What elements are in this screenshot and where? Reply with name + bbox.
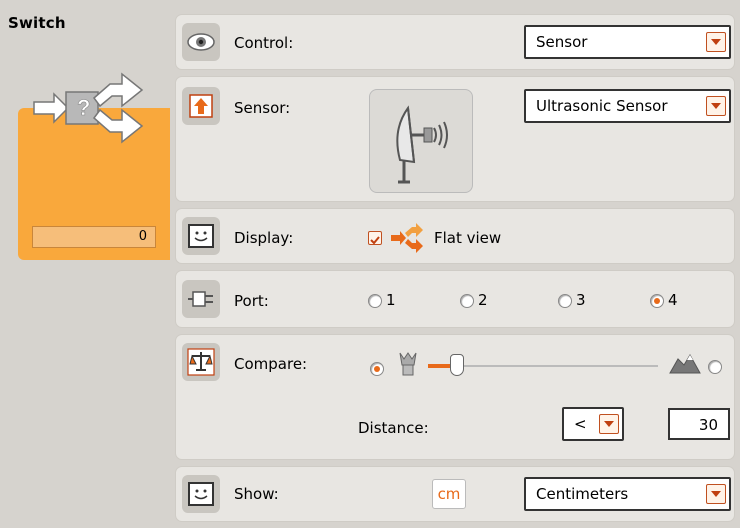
chevron-down-icon[interactable] [706, 484, 726, 504]
unit-badge: cm [432, 479, 466, 509]
port-option-3-label: 3 [576, 291, 586, 309]
compare-slider-thumb[interactable] [450, 354, 464, 376]
near-object-icon [399, 352, 417, 376]
chevron-down-icon[interactable] [706, 96, 726, 116]
distance-label: Distance: [358, 419, 429, 437]
operator-dropdown-value: < [574, 415, 587, 433]
flat-view-label: Flat view [434, 229, 502, 247]
switch-block-icon: ? [33, 72, 144, 144]
sensor-dropdown[interactable]: Ultrasonic Sensor [524, 89, 731, 123]
eye-icon [182, 23, 220, 61]
control-row: Control: Sensor [175, 14, 735, 70]
compare-slider-track[interactable] [428, 354, 658, 376]
show-display-icon [182, 475, 220, 513]
chevron-down-icon[interactable] [599, 414, 619, 434]
ultrasonic-sensor-icon [369, 89, 473, 193]
block-panel: Switch ? 0 [0, 0, 170, 528]
show-row: Show: cm Centimeters [175, 466, 735, 522]
block-counter-field: 0 [32, 226, 156, 248]
compare-row: Compare: Distance: < 30 [175, 334, 735, 460]
display-label: Display: [234, 229, 294, 247]
chevron-down-icon[interactable] [706, 32, 726, 52]
sensor-label: Sensor: [234, 99, 291, 117]
port-radio-2[interactable] [460, 294, 474, 308]
show-units-dropdown[interactable]: Centimeters [524, 477, 731, 511]
block-title: Switch [8, 14, 66, 32]
sensor-dropdown-value: Ultrasonic Sensor [536, 97, 668, 115]
port-option-4-label: 4 [668, 291, 678, 309]
port-radio-1[interactable] [368, 294, 382, 308]
compare-near-radio[interactable] [370, 362, 384, 376]
port-plug-icon [182, 280, 220, 318]
control-dropdown-value: Sensor [536, 33, 588, 51]
show-units-dropdown-value: Centimeters [536, 485, 629, 503]
distance-value-field[interactable]: 30 [668, 408, 730, 440]
display-icon [182, 217, 220, 255]
control-label: Control: [234, 34, 294, 52]
port-row: Port: 1 2 3 4 [175, 270, 735, 328]
operator-dropdown[interactable]: < [562, 407, 624, 441]
svg-text:?: ? [77, 95, 90, 120]
control-dropdown[interactable]: Sensor [524, 25, 731, 59]
flat-view-checkbox[interactable] [368, 231, 382, 245]
compare-far-radio[interactable] [708, 360, 722, 374]
sensor-row: Sensor: Ultrasonic Sensor [175, 76, 735, 202]
display-row: Display: Flat view [175, 208, 735, 264]
show-label: Show: [234, 485, 279, 503]
compare-scale-icon [182, 343, 220, 381]
port-option-2-label: 2 [478, 291, 488, 309]
compare-label: Compare: [234, 355, 308, 373]
sensor-arrow-icon [182, 87, 220, 125]
port-option-1-label: 1 [386, 291, 396, 309]
port-radio-4[interactable] [650, 294, 664, 308]
compare-slider-fill [428, 364, 451, 368]
port-radio-3[interactable] [558, 294, 572, 308]
flat-view-switch-icon [391, 223, 423, 253]
switch-config-panel: Switch ? 0 Control: Sensor Sensor: Ultra… [0, 0, 740, 528]
far-object-icon [669, 354, 701, 374]
port-label: Port: [234, 292, 269, 310]
